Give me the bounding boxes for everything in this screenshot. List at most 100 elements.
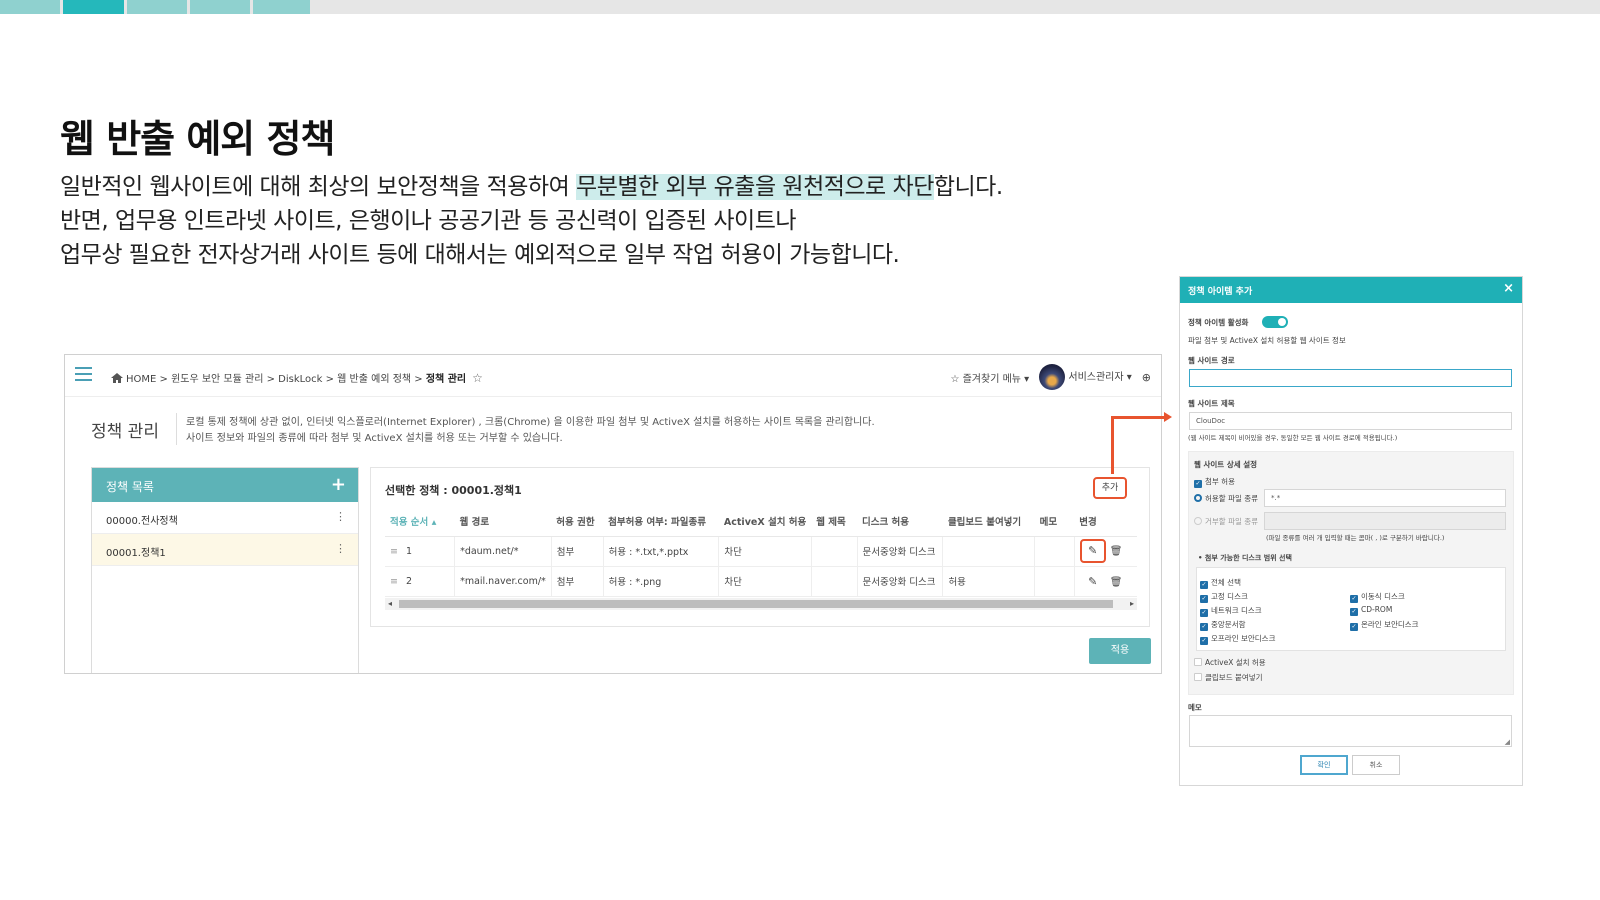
- col-memo: 메모: [1034, 506, 1075, 537]
- radio-unselected-icon: [1194, 517, 1202, 525]
- star-icon[interactable]: ☆: [472, 371, 483, 385]
- add-policy-icon[interactable]: +: [331, 474, 346, 495]
- favorites-menu[interactable]: ☆ 즐겨찾기 메뉴 ▾: [950, 370, 1029, 385]
- progress-segment: [190, 0, 250, 14]
- disk-offline-option[interactable]: ✓ 오프라인 보안디스크: [1200, 633, 1275, 645]
- page-description: 로컬 통제 정책에 상관 없이, 인터넷 익스플로러(Internet Expl…: [186, 417, 875, 444]
- title-label: 웹 사이트 제목: [1188, 399, 1235, 408]
- col-disk: 디스크 허용: [857, 506, 943, 537]
- ok-button[interactable]: 확인: [1300, 755, 1348, 775]
- memo-label: 메모: [1188, 703, 1202, 712]
- globe-icon[interactable]: ⊕: [1142, 371, 1151, 384]
- app-header: HOME > 윈도우 보안 모듈 관리 > DiskLock > 웹 반출 예외…: [65, 355, 1161, 397]
- drag-handle-icon[interactable]: ≡: [390, 576, 398, 587]
- allow-types-option[interactable]: 허용할 파일 종류: [1194, 493, 1258, 504]
- path-input[interactable]: [1189, 369, 1512, 387]
- detail-label: 웹 사이트 상세 설정: [1194, 460, 1258, 469]
- menu-icon[interactable]: [75, 367, 92, 381]
- policy-list-header: 정책 목록 +: [92, 468, 358, 502]
- col-activex: ActiveX 설치 허용: [718, 506, 812, 537]
- checkbox-unchecked-icon: [1194, 673, 1202, 681]
- edit-button-highlighted[interactable]: ✎: [1079, 539, 1106, 563]
- table-row[interactable]: ≡ 2 *mail.naver.com/* 첨부 허용 : *.png 차단 문서…: [385, 566, 1137, 597]
- title-note: (웹 사이트 제목이 비어있을 경우, 동일한 모든 웹 사이트 경로에 적용됩…: [1188, 434, 1398, 442]
- callout-connector: [1111, 416, 1167, 419]
- attach-allow-option[interactable]: ✓ 첨부 허용: [1194, 476, 1235, 488]
- checkbox-checked-icon: ✓: [1200, 595, 1208, 603]
- clipboard-paste-option[interactable]: 클립보드 붙여넣기: [1194, 672, 1263, 683]
- app-screenshot: HOME > 윈도우 보안 모듈 관리 > DiskLock > 웹 반출 예외…: [64, 354, 1162, 674]
- col-perm: 허용 권한: [551, 506, 604, 537]
- deny-types-input[interactable]: [1264, 512, 1506, 530]
- policy-detail-panel: 선택한 정책 : 00001.정책1 추가 적용 순서 ▴ 웹 경로 허용 권한…: [370, 467, 1150, 627]
- disk-online-option[interactable]: ✓ 온라인 보안디스크: [1350, 619, 1419, 631]
- checkbox-checked-icon: ✓: [1200, 581, 1208, 589]
- progress-segment: [253, 0, 310, 14]
- disk-removable-option[interactable]: ✓ 이동식 디스크: [1350, 591, 1405, 603]
- col-attach: 첨부허용 여부: 파일종류: [603, 506, 719, 537]
- kebab-menu-icon[interactable]: ⋮: [335, 542, 346, 555]
- breadcrumb-current: 정책 관리: [425, 374, 467, 385]
- desc-line-3: 업무상 필요한 전자상거래 사이트 등에 대해서는 예외적으로 일부 작업 허용…: [60, 242, 900, 268]
- breadcrumb-path: > 윈도우 보안 모듈 관리 > DiskLock > 웹 반출 예외 정책 >: [156, 374, 426, 385]
- policy-list-item-selected[interactable]: 00001.정책1 ⋮: [92, 534, 358, 566]
- title-divider: [176, 413, 177, 445]
- slide-progress-bar: [0, 0, 1600, 14]
- scroll-right-icon[interactable]: ▸: [1130, 598, 1134, 610]
- checkbox-checked-icon: ✓: [1200, 609, 1208, 617]
- resize-handle-icon[interactable]: ◢: [1505, 738, 1510, 746]
- trash-icon[interactable]: 🗑: [1110, 577, 1123, 588]
- slide-title: 웹 반출 예외 정책: [60, 117, 335, 161]
- add-policy-item-dialog: 정책 아이템 추가 × 정책 아이템 활성화 파일 첨부 및 ActiveX 설…: [1179, 276, 1523, 786]
- trash-icon[interactable]: 🗑: [1110, 546, 1123, 557]
- radio-selected-icon: [1194, 494, 1202, 502]
- checkbox-checked-icon: ✓: [1350, 608, 1358, 616]
- add-item-button[interactable]: 추가: [1093, 477, 1127, 499]
- allow-types-input[interactable]: *.*: [1264, 489, 1506, 507]
- memo-textarea[interactable]: ◢: [1189, 715, 1512, 747]
- close-icon[interactable]: ×: [1503, 281, 1514, 296]
- path-label: 웹 사이트 경로: [1188, 356, 1235, 365]
- callout-connector: [1111, 416, 1114, 474]
- pencil-icon: ✎: [1088, 544, 1098, 557]
- header-right: ☆ 즐겨찾기 메뉴 ▾ 서비스관리자 ▾ ⊕: [950, 363, 1151, 391]
- disk-network-option[interactable]: ✓ 네트워크 디스크: [1200, 605, 1262, 617]
- checkbox-checked-icon: ✓: [1200, 637, 1208, 645]
- page-title: 정책 관리: [91, 422, 159, 442]
- disk-cdrom-option[interactable]: ✓ CD-ROM: [1350, 605, 1392, 616]
- drag-handle-icon[interactable]: ≡: [390, 546, 398, 557]
- desc-line-2: 반면, 업무용 인트라넷 사이트, 은행이나 공공기관 등 공신력이 입증된 사…: [60, 208, 797, 234]
- checkbox-checked-icon: ✓: [1350, 623, 1358, 631]
- activex-allow-option[interactable]: ActiveX 설치 허용: [1194, 657, 1266, 668]
- col-path: 웹 경로: [454, 506, 552, 537]
- col-clipboard: 클립보드 붙여넣기: [942, 506, 1035, 537]
- pencil-icon[interactable]: ✎: [1088, 575, 1097, 588]
- activate-label: 정책 아이템 활성화: [1188, 318, 1249, 327]
- activate-toggle[interactable]: [1262, 316, 1288, 328]
- scrollbar-thumb[interactable]: [399, 600, 1113, 608]
- horizontal-scrollbar[interactable]: ◂ ▸: [385, 598, 1137, 610]
- title-input[interactable]: ClouDoc: [1189, 412, 1512, 430]
- policy-list-item[interactable]: 00000.전사정책 ⋮: [92, 502, 358, 534]
- home-icon[interactable]: [111, 373, 123, 383]
- slide-description: 일반적인 웹사이트에 대해 최상의 보안정책을 적용하여 무분별한 외부 유출을…: [60, 170, 1003, 272]
- scroll-left-icon[interactable]: ◂: [388, 598, 392, 610]
- disk-fixed-option[interactable]: ✓ 고정 디스크: [1200, 591, 1248, 603]
- apply-button[interactable]: 적용: [1089, 638, 1151, 664]
- disk-all-option[interactable]: ✓ 전체 선택: [1200, 577, 1241, 589]
- col-order[interactable]: 적용 순서 ▴: [385, 506, 455, 537]
- disk-scope-label: • 첨부 가능한 디스크 범위 선택: [1198, 554, 1292, 562]
- cancel-button[interactable]: 취소: [1352, 755, 1400, 775]
- kebab-menu-icon[interactable]: ⋮: [335, 510, 346, 523]
- table-row[interactable]: ≡ 1 *daum.net/* 첨부 허용 : *.txt,*.pptx 차단 문…: [385, 536, 1137, 567]
- user-menu[interactable]: 서비스관리자 ▾: [1039, 364, 1132, 390]
- breadcrumb-home[interactable]: HOME: [126, 374, 156, 385]
- dialog-header: 정책 아이템 추가 ×: [1180, 277, 1522, 303]
- progress-segment: [0, 0, 60, 14]
- checkbox-checked-icon: ✓: [1200, 623, 1208, 631]
- deny-types-option[interactable]: 거부할 파일 종류: [1194, 516, 1258, 527]
- progress-segment: [127, 0, 187, 14]
- star-outline-icon: ☆: [950, 373, 960, 385]
- arrow-head-icon: [1164, 412, 1172, 422]
- disk-central-option[interactable]: ✓ 중앙문서함: [1200, 619, 1246, 631]
